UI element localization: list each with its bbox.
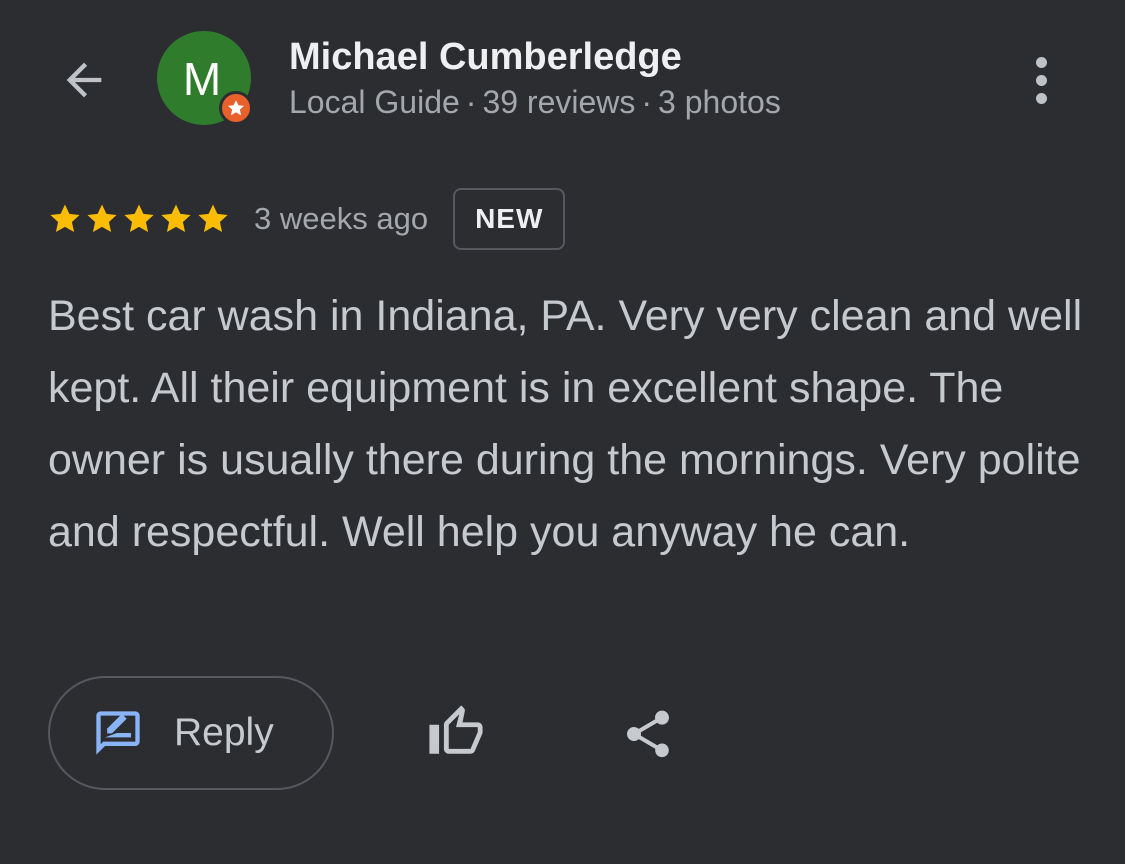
thumb-up-icon (429, 705, 483, 754)
photo-count: 3 photos (658, 84, 781, 120)
star-rating (48, 202, 230, 236)
review-time: 3 weeks ago (254, 201, 429, 236)
star-icon (50, 204, 80, 233)
star-icon (87, 204, 117, 233)
reply-label: Reply (174, 711, 274, 754)
more-vert-icon-dot (1035, 56, 1047, 68)
more-vert-icon-dot (1035, 74, 1047, 86)
avatar-letter: M (182, 53, 222, 105)
meta-separator: · (465, 84, 477, 120)
reviewer-meta: Local Guide · 39 reviews · 3 photos (289, 84, 781, 121)
review-count: 39 reviews (482, 84, 636, 120)
reply-button[interactable]: Reply (48, 676, 334, 790)
more-vert-icon-dot (1035, 92, 1047, 104)
star-icon (124, 204, 154, 233)
star-icon (198, 204, 228, 233)
rating-row: 3 weeks ago NEW (48, 186, 566, 252)
back-button[interactable] (56, 52, 112, 108)
local-guide-label: Local Guide (289, 84, 460, 120)
share-icon (627, 710, 669, 758)
share-button[interactable] (616, 702, 680, 766)
arrow-back-icon (66, 62, 102, 98)
meta-separator: · (641, 84, 653, 120)
star-icon (161, 204, 191, 233)
reviewer-name[interactable]: Michael Cumberledge (289, 36, 682, 79)
star-icon (227, 100, 245, 116)
new-badge: NEW (453, 188, 566, 250)
more-options-button[interactable] (1017, 50, 1065, 110)
like-button[interactable] (424, 700, 488, 764)
avatar[interactable]: M (157, 31, 253, 125)
rate-review-icon (96, 711, 140, 755)
local-guide-badge (219, 91, 253, 125)
review-text: Best car wash in Indiana, PA. Very very … (48, 292, 1083, 556)
